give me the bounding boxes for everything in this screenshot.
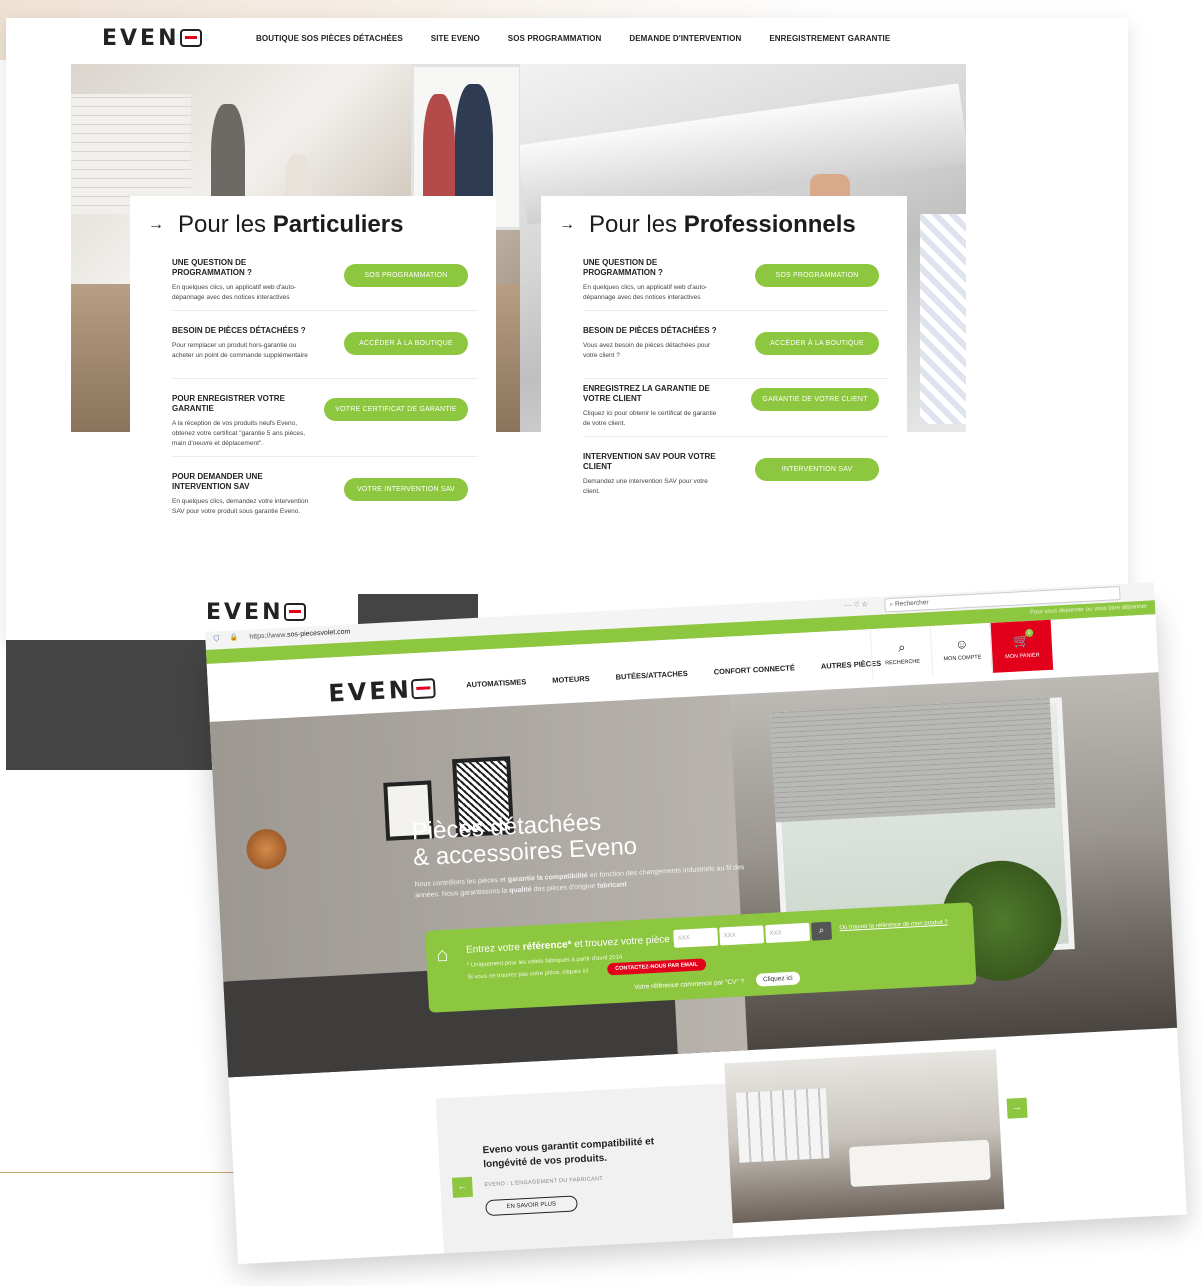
garantie-client-button[interactable]: GARANTIE DE VOTRE CLIENT bbox=[751, 388, 879, 411]
roller-shutter bbox=[770, 697, 1056, 823]
row-title: INTERVENTION SAV POUR VOTRE CLIENT bbox=[583, 452, 716, 471]
reference-input-3[interactable]: XXX bbox=[765, 922, 811, 944]
row-description: Vous avez besoin de pièces détachées pou… bbox=[583, 342, 711, 359]
list-item: BESOIN DE PIÈCES DÉTACHÉES ? Vous avez b… bbox=[583, 326, 889, 379]
list-item: UNE QUESTION DE PROGRAMMATION ? En quelq… bbox=[172, 258, 478, 311]
browser-tools[interactable]: ··· ♡ ☆ bbox=[844, 600, 868, 609]
certificat-garantie-button[interactable]: VOTRE CERTIFICAT DE GARANTIE bbox=[324, 398, 468, 421]
row-description: En quelques clics, demandez votre interv… bbox=[172, 498, 309, 515]
list-item: POUR DEMANDER UNE INTERVENTION SAV En qu… bbox=[172, 472, 478, 534]
list-item: ENREGISTREZ LA GARANTIE DE VOTRE CLIENT … bbox=[583, 384, 889, 437]
dining-table bbox=[848, 1139, 991, 1187]
row-title: UNE QUESTION DE PROGRAMMATION ? bbox=[172, 258, 252, 277]
top-message: Pour vous dépanner ou vous faire dépanne… bbox=[1029, 603, 1148, 616]
search-icon: ⌕ bbox=[818, 925, 825, 937]
reference-note-2: Si vous ne trouvez pas votre pièce, cliq… bbox=[467, 968, 589, 981]
eveno-logo[interactable]: EVEN bbox=[102, 26, 202, 51]
shirt-figure bbox=[920, 214, 966, 424]
eveno-logo[interactable]: EVEN bbox=[328, 674, 437, 708]
reference-search-button[interactable]: ⌕ bbox=[811, 921, 833, 941]
user-icon: ☺ bbox=[954, 636, 969, 652]
professionnels-card: → Pour les Professionnels UNE QUESTION DE… bbox=[541, 196, 907, 500]
arrow-left-icon[interactable]: ← bbox=[451, 1176, 473, 1198]
footer-eveno-logo: EVEN bbox=[206, 600, 306, 625]
list-item: UNE QUESTION DE PROGRAMMATION ? En quelq… bbox=[583, 258, 889, 311]
row-description: En quelques clics, un applicatif web d'a… bbox=[583, 284, 708, 301]
promo-title: Eveno vous garantit compatibilité et lon… bbox=[482, 1136, 655, 1171]
promo-window bbox=[735, 1088, 830, 1163]
nav-sos-programmation[interactable]: SOS PROGRAMMATION bbox=[508, 34, 602, 43]
menu-automatismes[interactable]: AUTOMATISMES bbox=[466, 677, 527, 689]
acceder-boutique-button[interactable]: ACCÉDER À LA BOUTIQUE bbox=[755, 332, 879, 355]
logo-o-mark-icon bbox=[283, 603, 306, 621]
intervention-sav-button[interactable]: VOTRE INTERVENTION SAV bbox=[344, 478, 468, 501]
row-description: Pour remplacer un produit hors-garantie … bbox=[172, 342, 308, 359]
nav-boutique[interactable]: BOUTIQUE SOS PIÈCES DÉTACHÉES bbox=[256, 34, 403, 43]
acceder-boutique-button[interactable]: ACCÉDER À LA BOUTIQUE bbox=[344, 332, 468, 355]
reference-input-2[interactable]: XXX bbox=[719, 925, 765, 946]
promo-image bbox=[724, 1049, 1005, 1224]
reference-help-link[interactable]: Où trouver la référence de mon produit ? bbox=[839, 920, 948, 932]
reference-input-1[interactable]: XXX bbox=[673, 927, 719, 948]
search-button[interactable]: ⌕ RECHERCHE bbox=[869, 626, 934, 680]
sos-programmation-button[interactable]: SOS PROGRAMMATION bbox=[755, 264, 879, 287]
row-title: POUR ENREGISTRER VOTRE GARANTIE bbox=[172, 394, 285, 413]
intervention-sav-pro-button[interactable]: INTERVENTION SAV bbox=[755, 458, 879, 481]
url-text[interactable]: https://www.sos-piecesvolet.com bbox=[249, 628, 350, 640]
cart-icon: 🛒 bbox=[1013, 632, 1031, 649]
top-navigation: BOUTIQUE SOS PIÈCES DÉTACHÉES SITE EVENO… bbox=[256, 34, 890, 43]
list-item: BESOIN DE PIÈCES DÉTACHÉES ? Pour rempla… bbox=[172, 326, 478, 379]
promo-subtitle: EVENO : L'ENGAGEMENT DU FABRICANT bbox=[484, 1175, 604, 1189]
row-description: A la réception de vos produits neufs Eve… bbox=[172, 420, 306, 447]
professionnels-title: → Pour les Professionnels bbox=[559, 211, 856, 238]
arrow-right-icon: → bbox=[148, 216, 164, 233]
menu-confort-connecte[interactable]: CONFORT CONNECTÉ bbox=[713, 663, 795, 676]
row-title: ENREGISTREZ LA GARANTIE DE VOTRE CLIENT bbox=[583, 384, 710, 403]
en-savoir-plus-button[interactable]: EN SAVOIR PLUS bbox=[485, 1195, 578, 1217]
nav-demande-intervention[interactable]: DEMANDE D'INTERVENTION bbox=[629, 34, 741, 43]
cv-question: Votre référence commence par "CV" ? bbox=[634, 978, 745, 992]
row-title: POUR DEMANDER UNE INTERVENTION SAV bbox=[172, 472, 263, 491]
row-description: Demandez une intervention SAV pour votre… bbox=[583, 478, 708, 495]
house-check-icon: ⌂ bbox=[435, 943, 449, 967]
row-title: UNE QUESTION DE PROGRAMMATION ? bbox=[583, 258, 663, 277]
account-button[interactable]: ☺ MON COMPTE bbox=[929, 622, 994, 677]
particuliers-card: → Pour les Particuliers UNE QUESTION DE P… bbox=[130, 196, 496, 558]
nav-site-eveno[interactable]: SITE EVENO bbox=[431, 34, 480, 43]
particuliers-title: → Pour les Particuliers bbox=[148, 211, 404, 238]
list-item: INTERVENTION SAV POUR VOTRE CLIENT Deman… bbox=[583, 452, 889, 498]
row-title: BESOIN DE PIÈCES DÉTACHÉES ? bbox=[583, 326, 717, 335]
sos-programmation-button[interactable]: SOS PROGRAMMATION bbox=[344, 264, 468, 287]
reference-prompt: Entrez votre référence* et trouvez votre… bbox=[465, 933, 676, 956]
menu-moteurs[interactable]: MOTEURS bbox=[552, 674, 590, 685]
arrow-right-icon[interactable]: → bbox=[1006, 1097, 1028, 1119]
shield-icon: ⛉ bbox=[213, 634, 220, 644]
contact-email-button[interactable]: CONTACTEZ-NOUS PAR EMAIL bbox=[606, 958, 707, 976]
cart-button[interactable]: 🛒 MON PANIER 0 bbox=[989, 619, 1054, 673]
reference-note: * Uniquement pour les volets fabriqués à… bbox=[466, 954, 623, 969]
front-site-window: ⛉ 🔒 https://www.sos-piecesvolet.com ··· … bbox=[205, 582, 1187, 1265]
hero-banner: Pièces détachées & accessoires Eveno Nou… bbox=[209, 672, 1178, 1078]
logo-o-mark-icon bbox=[411, 678, 437, 700]
lock-icon: 🔒 bbox=[229, 634, 239, 642]
cv-click-button[interactable]: Cliquez ici bbox=[755, 971, 800, 987]
list-item: POUR ENREGISTRER VOTRE GARANTIE A la réc… bbox=[172, 394, 478, 457]
menu-butees-attaches[interactable]: BUTÉES/ATTACHES bbox=[615, 669, 688, 682]
arrow-right-icon: → bbox=[559, 216, 575, 233]
row-description: Cliquez ici pour obtenir le certificat d… bbox=[583, 410, 717, 427]
search-icon: ⌕ bbox=[897, 639, 906, 655]
back-site-window: EVEN BOUTIQUE SOS PIÈCES DÉTACHÉES SITE … bbox=[6, 18, 1128, 640]
promo-block: Eveno vous garantit compatibilité et lon… bbox=[435, 1083, 734, 1254]
nav-enregistrement-garantie[interactable]: ENREGISTREMENT GARANTIE bbox=[769, 34, 890, 43]
row-description: En quelques clics, un applicatif web d'a… bbox=[172, 284, 297, 301]
category-menu: AUTOMATISMES MOTEURS BUTÉES/ATTACHES CON… bbox=[466, 659, 881, 690]
logo-o-mark-icon bbox=[179, 29, 202, 47]
row-title: BESOIN DE PIÈCES DÉTACHÉES ? bbox=[172, 326, 306, 335]
